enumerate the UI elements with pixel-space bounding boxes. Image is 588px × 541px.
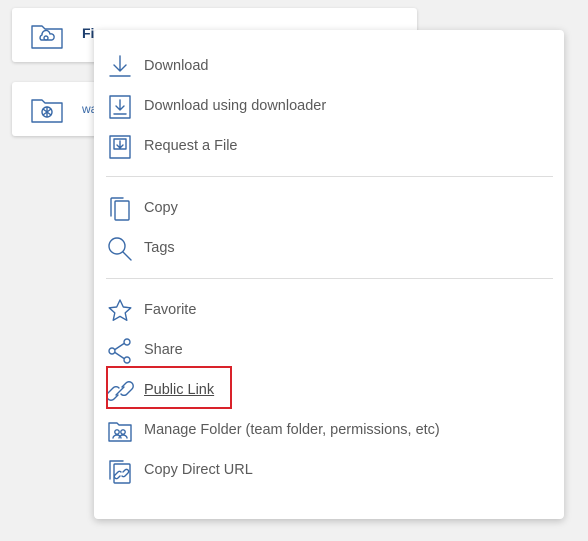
magnifier-icon [106, 235, 134, 263]
menu-item-share[interactable]: Share [94, 331, 564, 371]
menu-item-label: Download [144, 58, 209, 74]
direct-url-icon [106, 457, 134, 485]
menu-item-label: Copy Direct URL [144, 462, 253, 478]
request-file-icon [106, 133, 134, 161]
menu-item-label: Request a File [144, 138, 238, 154]
menu-item-label: Manage Folder (team folder, permissions,… [144, 422, 440, 438]
file-name: Fi [82, 25, 95, 41]
menu-item-manage-folder[interactable]: Manage Folder (team folder, permissions,… [94, 411, 564, 451]
manage-folder-icon [106, 417, 134, 445]
menu-item-download[interactable]: Download [94, 47, 564, 87]
copy-icon [106, 195, 134, 223]
selection-highlight [106, 366, 232, 409]
share-icon [106, 337, 134, 365]
menu-item-favorite[interactable]: Favorite [94, 291, 564, 331]
menu-item-download-using-downloader[interactable]: Download using downloader [94, 87, 564, 127]
download-box-icon [106, 93, 134, 121]
menu-item-label: Copy [144, 200, 178, 216]
menu-item-copy[interactable]: Copy [94, 189, 564, 229]
cloud-folder-icon [30, 20, 64, 50]
menu-item-tags[interactable]: Tags [94, 229, 564, 269]
download-icon [106, 53, 134, 81]
menu-item-copy-direct-url[interactable]: Copy Direct URL [94, 451, 564, 491]
context-menu: Download Download using downloader Reque… [94, 30, 564, 519]
aperture-folder-icon [30, 94, 64, 124]
menu-divider [106, 176, 553, 177]
menu-divider [106, 278, 553, 279]
menu-item-label: Favorite [144, 302, 197, 318]
star-icon [106, 297, 134, 325]
menu-item-label: Download using downloader [144, 98, 327, 114]
menu-item-label: Tags [144, 240, 175, 256]
menu-item-label: Share [144, 342, 183, 358]
menu-item-request-a-file[interactable]: Request a File [94, 127, 564, 167]
